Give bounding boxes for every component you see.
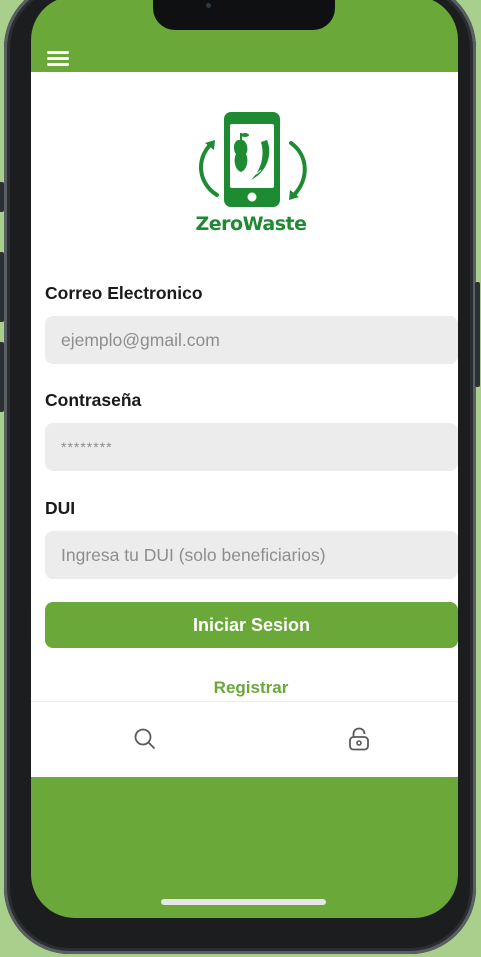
email-field[interactable]: ejemplo@gmail.com (45, 316, 458, 364)
notch (153, 0, 335, 30)
email-label: Correo Electronico (45, 283, 203, 303)
home-indicator[interactable] (161, 899, 326, 905)
app-screen: ZeroWaste Correo Electronico ejemplo@gma… (31, 0, 458, 918)
lock-icon[interactable] (346, 726, 372, 752)
volume-down-button (0, 342, 4, 412)
login-content: ZeroWaste Correo Electronico ejemplo@gma… (31, 72, 458, 777)
search-icon[interactable] (132, 726, 158, 752)
dui-label: DUI (45, 498, 76, 518)
register-link[interactable]: Registrar (31, 678, 458, 698)
dui-field[interactable]: Ingresa tu DUI (solo beneficiarios) (45, 531, 458, 579)
login-button[interactable]: Iniciar Sesion (45, 602, 458, 648)
volume-up-button (0, 252, 4, 322)
hamburger-menu-icon[interactable] (47, 51, 69, 66)
power-button (475, 282, 480, 387)
mute-switch (0, 182, 4, 212)
password-label: Contraseña (45, 390, 142, 410)
password-field[interactable]: ******** (45, 423, 458, 471)
front-camera (206, 3, 211, 8)
bottom-nav (31, 701, 458, 777)
phone-frame: ZeroWaste Correo Electronico ejemplo@gma… (0, 0, 480, 954)
app-name-logo-text: ZeroWaste (195, 213, 307, 235)
